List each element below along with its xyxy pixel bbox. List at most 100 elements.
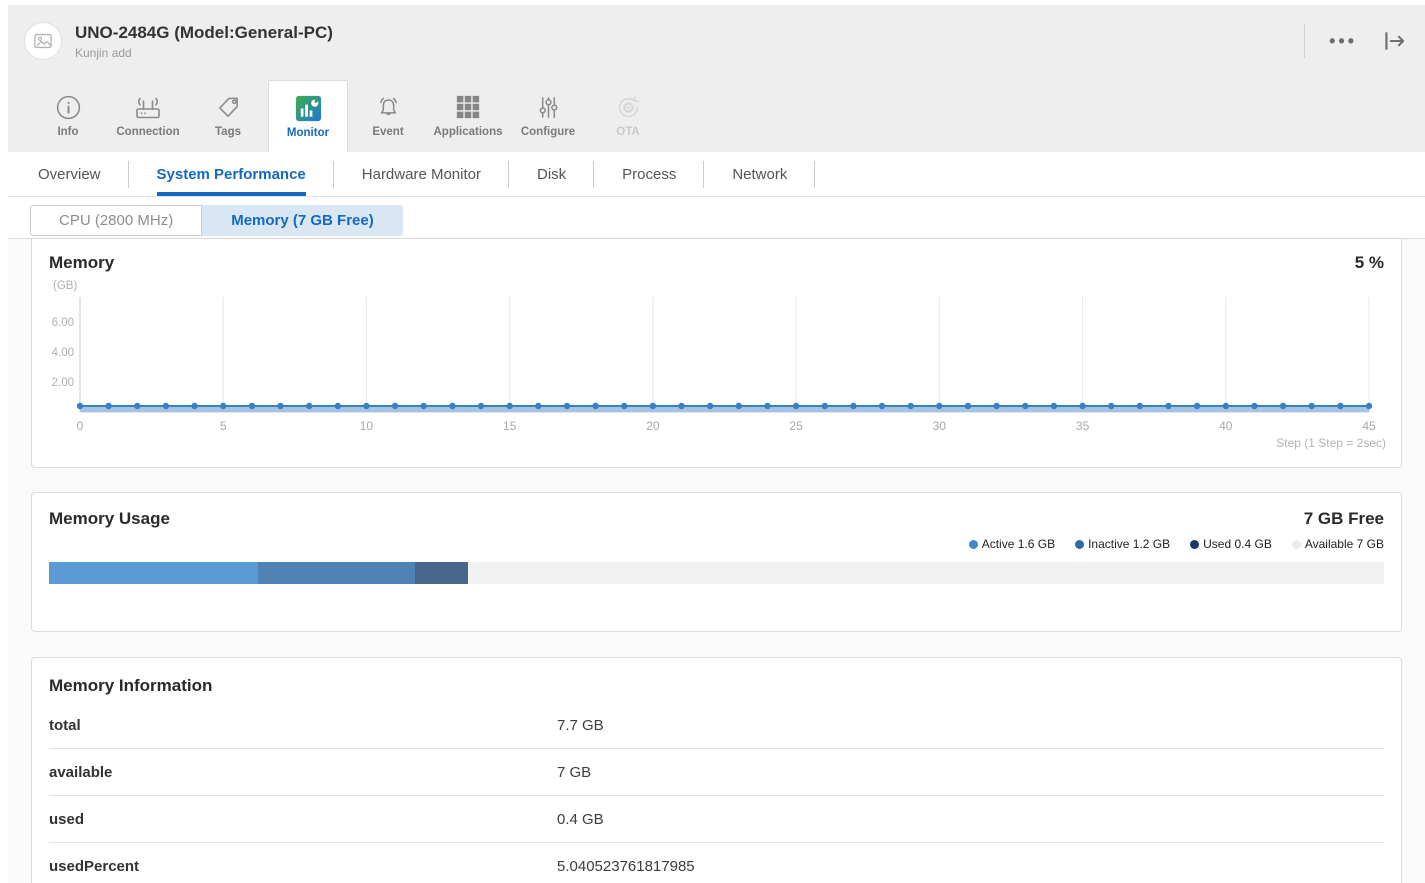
tab-configure[interactable]: Configure (508, 77, 588, 152)
info-key: total (49, 717, 557, 734)
tab-label: Applications (433, 126, 502, 138)
subtab-disk[interactable]: Disk (509, 152, 594, 196)
legend-item-inactive: Inactive 1.2 GB (1075, 537, 1170, 551)
monitor-icon (294, 93, 323, 123)
tab-label: OTA (616, 126, 639, 138)
svg-text:20: 20 (646, 419, 660, 433)
svg-text:45: 45 (1362, 419, 1376, 433)
tab-monitor[interactable]: Monitor (268, 80, 348, 152)
subtab-hardware-monitor[interactable]: Hardware Monitor (334, 152, 509, 196)
usage-legend: Active 1.6 GB Inactive 1.2 GB Used 0.4 G… (49, 537, 1384, 551)
legend-label: Active 1.6 GB (982, 537, 1055, 551)
usage-bar-segment-3 (468, 562, 1384, 584)
info-key: available (49, 764, 557, 781)
legend-dot-1 (1075, 540, 1084, 549)
exit-panel-icon[interactable] (1381, 28, 1407, 54)
tab-info[interactable]: Info (28, 77, 108, 152)
svg-text:4.00: 4.00 (52, 347, 74, 359)
info-key: used (49, 811, 557, 828)
performance-content: Memory 5 % 0 5 10 15 20 25 30 35 40 45 2.00 4.00 6.0… (8, 238, 1425, 883)
tab-label: Monitor (287, 127, 329, 139)
svg-text:0: 0 (77, 419, 84, 433)
device-avatar (24, 22, 62, 60)
legend-dot-0 (969, 540, 978, 549)
header-divider (1304, 24, 1305, 58)
subtab-system-performance[interactable]: System Performance (129, 152, 334, 196)
memory-information-card: Memory Information total 7.7 GB availabl… (31, 657, 1402, 883)
tab-label: Event (372, 126, 403, 138)
info-row-available: available 7 GB (49, 749, 1384, 796)
legend-label: Inactive 1.2 GB (1088, 537, 1170, 551)
info-row-total: total 7.7 GB (49, 702, 1384, 749)
memory-toggle-button[interactable]: Memory (7 GB Free) (202, 205, 403, 236)
device-panel: UNO-2484G (Model:General-PC) Kunjin add … (8, 5, 1425, 883)
legend-dot-3 (1292, 540, 1301, 549)
subtab-network[interactable]: Network (704, 152, 815, 196)
chart-current-percent: 5 % (1355, 253, 1384, 273)
subtab-label: Disk (537, 166, 566, 183)
header-actions: ••• (1304, 24, 1409, 58)
legend-item-used: Used 0.4 GB (1190, 537, 1272, 551)
info-value: 7.7 GB (557, 717, 604, 734)
legend-label: Available 7 GB (1305, 537, 1384, 551)
tab-label: Info (57, 126, 78, 138)
device-subtitle: Kunjin add (75, 46, 1304, 60)
memory-usage-card: Memory Usage 7 GB Free Active 1.6 GB Ina… (31, 492, 1402, 632)
tab-connection[interactable]: Connection (108, 77, 188, 152)
info-value: 7 GB (557, 764, 591, 781)
tab-tags[interactable]: Tags (188, 77, 268, 152)
tab-label: Tags (215, 126, 241, 138)
subtab-label: Hardware Monitor (362, 166, 481, 183)
info-icon (55, 92, 82, 122)
tab-event[interactable]: Event (348, 77, 428, 152)
usage-free-value: 7 GB Free (1304, 509, 1384, 529)
device-heading: UNO-2484G (Model:General-PC) Kunjin add (75, 23, 1304, 60)
tab-label: Configure (521, 126, 575, 138)
svg-text:30: 30 (933, 419, 947, 433)
info-title: Memory Information (49, 676, 1384, 696)
svg-text:35: 35 (1076, 419, 1090, 433)
usage-title: Memory Usage (49, 509, 170, 529)
info-row-used: used 0.4 GB (49, 796, 1384, 843)
tab-applications[interactable]: Applications (428, 77, 508, 152)
legend-dot-2 (1190, 540, 1199, 549)
svg-text:10: 10 (360, 419, 374, 433)
bell-icon (375, 92, 402, 122)
info-row-usedpercent: usedPercent 5.040523761817985 (49, 843, 1384, 883)
subtab-label: Network (732, 166, 787, 183)
tab-label: Connection (116, 126, 179, 138)
monitor-subtab-bar: Overview System Performance Hardware Mon… (8, 152, 1425, 197)
memory-line-chart: 0 5 10 15 20 25 30 35 40 45 2.00 4.00 6.00 (GB) Step (… (49, 277, 1386, 452)
svg-text:40: 40 (1219, 419, 1233, 433)
svg-text:(GB): (GB) (53, 280, 77, 292)
info-value: 0.4 GB (557, 811, 604, 828)
performance-view-toggle: CPU (2800 MHz) Memory (7 GB Free) (8, 197, 1425, 238)
subtab-label: Overview (38, 166, 101, 183)
svg-text:6.00: 6.00 (52, 317, 74, 329)
subtab-process[interactable]: Process (594, 152, 704, 196)
device-title: UNO-2484G (Model:General-PC) (75, 23, 1304, 43)
subtab-label: System Performance (157, 166, 306, 183)
image-icon (31, 29, 55, 53)
svg-text:2.00: 2.00 (52, 377, 74, 389)
svg-text:25: 25 (789, 419, 803, 433)
connection-icon (133, 92, 163, 122)
legend-item-available: Available 7 GB (1292, 537, 1384, 551)
more-options-icon[interactable]: ••• (1329, 32, 1357, 50)
main-tab-bar: Info Connection (8, 77, 1425, 152)
svg-text:15: 15 (503, 419, 517, 433)
subtab-label: Process (622, 166, 676, 183)
subtab-overview[interactable]: Overview (30, 152, 129, 196)
usage-bar-segment-0 (49, 562, 258, 584)
legend-label: Used 0.4 GB (1203, 537, 1272, 551)
grid-icon (455, 92, 481, 122)
cpu-toggle-button[interactable]: CPU (2800 MHz) (30, 205, 202, 236)
usage-bar-segment-1 (258, 562, 415, 584)
ota-update-icon (615, 92, 642, 122)
chart-title: Memory (49, 253, 114, 273)
usage-bar-segment-2 (415, 562, 467, 584)
svg-text:Step (1 Step = 2sec): Step (1 Step = 2sec) (1276, 436, 1386, 450)
memory-usage-bar (49, 562, 1384, 584)
svg-text:5: 5 (220, 419, 227, 433)
tab-ota: OTA (588, 77, 668, 152)
